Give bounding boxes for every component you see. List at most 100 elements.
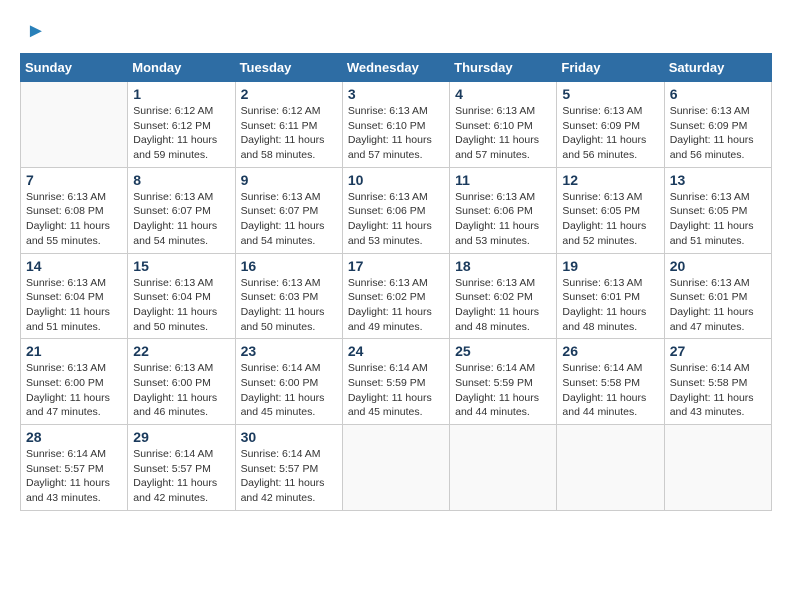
- day-number: 26: [562, 343, 658, 359]
- calendar-cell: 8 Sunrise: 6:13 AM Sunset: 6:07 PM Daylig…: [128, 167, 235, 253]
- day-number: 7: [26, 172, 122, 188]
- day-number: 19: [562, 258, 658, 274]
- calendar-cell: 27 Sunrise: 6:14 AM Sunset: 5:58 PM Dayli…: [664, 339, 771, 425]
- calendar-week-2: 7 Sunrise: 6:13 AM Sunset: 6:08 PM Daylig…: [21, 167, 772, 253]
- day-number: 20: [670, 258, 766, 274]
- day-info: Sunrise: 6:14 AM Sunset: 5:57 PM Dayligh…: [241, 447, 337, 506]
- calendar-cell: [21, 82, 128, 168]
- calendar-cell: 24Sunrise: 6:14 AM Sunset: 5:59 PM Dayli…: [342, 339, 449, 425]
- calendar-cell: [450, 425, 557, 511]
- calendar-cell: 5Sunrise: 6:13 AM Sunset: 6:09 PM Daylig…: [557, 82, 664, 168]
- calendar-cell: 2 Sunrise: 6:12 AM Sunset: 6:11 PM Daylig…: [235, 82, 342, 168]
- calendar-cell: 29 Sunrise: 6:14 AM Sunset: 5:57 PM Dayli…: [128, 425, 235, 511]
- calendar-cell: 16 Sunrise: 6:13 AM Sunset: 6:03 PM Dayli…: [235, 253, 342, 339]
- day-number: 15: [133, 258, 229, 274]
- header: ►: [20, 20, 772, 43]
- calendar-cell: 19 Sunrise: 6:13 AM Sunset: 6:01 PM Dayli…: [557, 253, 664, 339]
- calendar-cell: 30 Sunrise: 6:14 AM Sunset: 5:57 PM Dayli…: [235, 425, 342, 511]
- calendar-week-3: 14 Sunrise: 6:13 AM Sunset: 6:04 PM Dayli…: [21, 253, 772, 339]
- calendar-cell: 9 Sunrise: 6:13 AM Sunset: 6:07 PM Daylig…: [235, 167, 342, 253]
- header-thursday: Thursday: [450, 54, 557, 82]
- header-sunday: Sunday: [21, 54, 128, 82]
- day-info: Sunrise: 6:13 AM Sunset: 6:02 PM Dayligh…: [348, 276, 444, 335]
- day-info: Sunrise: 6:13 AM Sunset: 6:09 PM Dayligh…: [670, 104, 766, 163]
- day-info: Sunrise: 6:13 AM Sunset: 6:07 PM Dayligh…: [241, 190, 337, 249]
- day-info: Sunrise: 6:13 AM Sunset: 6:03 PM Dayligh…: [241, 276, 337, 335]
- calendar-cell: [664, 425, 771, 511]
- calendar-cell: 3Sunrise: 6:13 AM Sunset: 6:10 PM Daylig…: [342, 82, 449, 168]
- calendar-cell: 22Sunrise: 6:13 AM Sunset: 6:00 PM Dayli…: [128, 339, 235, 425]
- calendar-cell: 28 Sunrise: 6:14 AM Sunset: 5:57 PM Dayli…: [21, 425, 128, 511]
- calendar-cell: 13 Sunrise: 6:13 AM Sunset: 6:05 PM Dayli…: [664, 167, 771, 253]
- day-number: 25: [455, 343, 551, 359]
- calendar-cell: 15 Sunrise: 6:13 AM Sunset: 6:04 PM Dayli…: [128, 253, 235, 339]
- day-number: 30: [241, 429, 337, 445]
- day-number: 24: [348, 343, 444, 359]
- logo: ►: [20, 20, 46, 43]
- day-info: Sunrise: 6:12 AM Sunset: 6:11 PM Dayligh…: [241, 104, 337, 163]
- day-number: 16: [241, 258, 337, 274]
- day-number: 17: [348, 258, 444, 274]
- calendar-cell: 11Sunrise: 6:13 AM Sunset: 6:06 PM Dayli…: [450, 167, 557, 253]
- header-wednesday: Wednesday: [342, 54, 449, 82]
- calendar-cell: 12 Sunrise: 6:13 AM Sunset: 6:05 PM Dayli…: [557, 167, 664, 253]
- day-number: 2: [241, 86, 337, 102]
- day-number: 13: [670, 172, 766, 188]
- calendar-cell: 20 Sunrise: 6:13 AM Sunset: 6:01 PM Dayli…: [664, 253, 771, 339]
- day-info: Sunrise: 6:12 AM Sunset: 6:12 PM Dayligh…: [133, 104, 229, 163]
- day-number: 11: [455, 172, 551, 188]
- day-number: 27: [670, 343, 766, 359]
- day-info: Sunrise: 6:13 AM Sunset: 6:00 PM Dayligh…: [133, 361, 229, 420]
- calendar-week-1: 1Sunrise: 6:12 AM Sunset: 6:12 PM Daylig…: [21, 82, 772, 168]
- day-number: 28: [26, 429, 122, 445]
- day-number: 10: [348, 172, 444, 188]
- day-number: 8: [133, 172, 229, 188]
- day-info: Sunrise: 6:13 AM Sunset: 6:02 PM Dayligh…: [455, 276, 551, 335]
- day-info: Sunrise: 6:13 AM Sunset: 6:04 PM Dayligh…: [133, 276, 229, 335]
- day-info: Sunrise: 6:13 AM Sunset: 6:08 PM Dayligh…: [26, 190, 122, 249]
- calendar-cell: 25 Sunrise: 6:14 AM Sunset: 5:59 PM Dayli…: [450, 339, 557, 425]
- day-info: Sunrise: 6:13 AM Sunset: 6:10 PM Dayligh…: [455, 104, 551, 163]
- calendar-cell: 23 Sunrise: 6:14 AM Sunset: 6:00 PM Dayli…: [235, 339, 342, 425]
- day-number: 12: [562, 172, 658, 188]
- calendar-table: SundayMondayTuesdayWednesdayThursdayFrid…: [20, 53, 772, 511]
- day-info: Sunrise: 6:14 AM Sunset: 5:58 PM Dayligh…: [670, 361, 766, 420]
- day-info: Sunrise: 6:14 AM Sunset: 5:57 PM Dayligh…: [133, 447, 229, 506]
- day-info: Sunrise: 6:13 AM Sunset: 6:09 PM Dayligh…: [562, 104, 658, 163]
- day-number: 4: [455, 86, 551, 102]
- calendar-cell: 26 Sunrise: 6:14 AM Sunset: 5:58 PM Dayli…: [557, 339, 664, 425]
- calendar-week-5: 28 Sunrise: 6:14 AM Sunset: 5:57 PM Dayli…: [21, 425, 772, 511]
- day-info: Sunrise: 6:13 AM Sunset: 6:05 PM Dayligh…: [670, 190, 766, 249]
- calendar-cell: 10 Sunrise: 6:13 AM Sunset: 6:06 PM Dayli…: [342, 167, 449, 253]
- calendar-cell: 1Sunrise: 6:12 AM Sunset: 6:12 PM Daylig…: [128, 82, 235, 168]
- day-info: Sunrise: 6:13 AM Sunset: 6:00 PM Dayligh…: [26, 361, 122, 420]
- calendar-cell: 17 Sunrise: 6:13 AM Sunset: 6:02 PM Dayli…: [342, 253, 449, 339]
- calendar-cell: 21Sunrise: 6:13 AM Sunset: 6:00 PM Dayli…: [21, 339, 128, 425]
- day-number: 29: [133, 429, 229, 445]
- day-info: Sunrise: 6:13 AM Sunset: 6:10 PM Dayligh…: [348, 104, 444, 163]
- day-info: Sunrise: 6:14 AM Sunset: 5:57 PM Dayligh…: [26, 447, 122, 506]
- day-info: Sunrise: 6:13 AM Sunset: 6:04 PM Dayligh…: [26, 276, 122, 335]
- day-info: Sunrise: 6:13 AM Sunset: 6:06 PM Dayligh…: [348, 190, 444, 249]
- day-info: Sunrise: 6:13 AM Sunset: 6:05 PM Dayligh…: [562, 190, 658, 249]
- day-number: 23: [241, 343, 337, 359]
- day-number: 9: [241, 172, 337, 188]
- day-info: Sunrise: 6:13 AM Sunset: 6:01 PM Dayligh…: [562, 276, 658, 335]
- calendar-cell: [342, 425, 449, 511]
- header-saturday: Saturday: [664, 54, 771, 82]
- calendar-header-row: SundayMondayTuesdayWednesdayThursdayFrid…: [21, 54, 772, 82]
- day-number: 6: [670, 86, 766, 102]
- calendar-cell: 7 Sunrise: 6:13 AM Sunset: 6:08 PM Daylig…: [21, 167, 128, 253]
- header-monday: Monday: [128, 54, 235, 82]
- calendar-week-4: 21Sunrise: 6:13 AM Sunset: 6:00 PM Dayli…: [21, 339, 772, 425]
- header-friday: Friday: [557, 54, 664, 82]
- day-info: Sunrise: 6:13 AM Sunset: 6:07 PM Dayligh…: [133, 190, 229, 249]
- calendar-cell: 18Sunrise: 6:13 AM Sunset: 6:02 PM Dayli…: [450, 253, 557, 339]
- day-info: Sunrise: 6:14 AM Sunset: 5:58 PM Dayligh…: [562, 361, 658, 420]
- day-number: 14: [26, 258, 122, 274]
- logo-icon: ►: [26, 20, 46, 43]
- day-info: Sunrise: 6:14 AM Sunset: 6:00 PM Dayligh…: [241, 361, 337, 420]
- day-info: Sunrise: 6:14 AM Sunset: 5:59 PM Dayligh…: [455, 361, 551, 420]
- calendar-cell: 6 Sunrise: 6:13 AM Sunset: 6:09 PM Daylig…: [664, 82, 771, 168]
- day-info: Sunrise: 6:13 AM Sunset: 6:01 PM Dayligh…: [670, 276, 766, 335]
